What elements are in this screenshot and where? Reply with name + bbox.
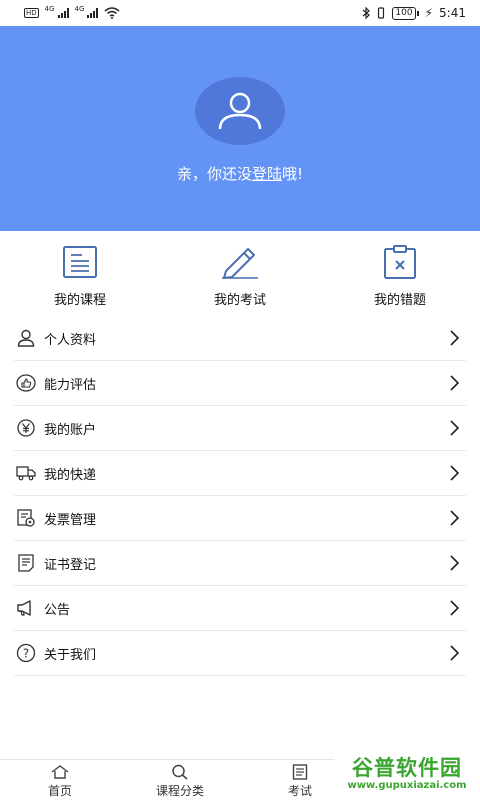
menu-label: 能力评估: [44, 377, 97, 393]
status-right: 100 ⚡ 5:41: [362, 6, 466, 20]
yen-icon: [17, 419, 35, 437]
chevron-right-icon: [450, 555, 459, 571]
chevron-right-icon: [450, 600, 459, 616]
network-type: 4G: [44, 5, 55, 13]
megaphone-icon: [17, 600, 31, 616]
chevron-right-icon: [450, 330, 459, 346]
watermark-url: www.gupuxiazai.com: [347, 780, 467, 791]
battery-icon: 100: [392, 6, 419, 20]
quick-label: 我的错题: [373, 293, 426, 308]
chevron-right-icon: [450, 420, 459, 436]
menu-label: 我的账户: [44, 422, 97, 438]
certificate-icon: [18, 554, 34, 572]
chevron-right-icon: [450, 510, 459, 526]
network-type-2: 4G: [74, 5, 85, 13]
menu-item-invoice[interactable]: 发票管理: [14, 496, 466, 541]
quick-my-courses[interactable]: 我的课程: [0, 231, 160, 316]
watermark: 谷普软件园 www.gupuxiazai.com: [334, 748, 480, 800]
invoice-icon: [17, 509, 35, 527]
chevron-right-icon: [450, 645, 459, 661]
signal-icon: [57, 8, 69, 18]
login-link[interactable]: 登陆: [252, 165, 282, 183]
menu-item-certificate[interactable]: 证书登记: [14, 541, 466, 586]
menu-label: 我的快递: [44, 467, 97, 483]
clipboard-x-icon: [384, 245, 416, 279]
quick-my-exams[interactable]: 我的考试: [160, 231, 320, 316]
watermark-name: 谷普软件园: [352, 756, 462, 780]
chevron-right-icon: [450, 375, 459, 391]
menu-label: 证书登记: [44, 557, 97, 573]
clock: 5:41: [439, 6, 466, 20]
login-prompt-suffix: 哦!: [282, 165, 304, 183]
wifi-icon: [104, 7, 120, 19]
question-icon: ?: [16, 643, 36, 663]
battery-level: 100: [392, 6, 416, 20]
thumbs-up-icon: [16, 374, 36, 392]
document-icon: [63, 246, 97, 278]
hd-badge: HD: [24, 8, 39, 18]
exam-icon: [292, 764, 308, 780]
charging-icon: ⚡: [424, 6, 434, 20]
tab-label: 课程分类: [155, 784, 204, 798]
menu-label: 关于我们: [44, 647, 97, 663]
settings-menu: 个人资料 能力评估 我的账户 我的快递 发票管理 证书登记 公告 ? 关于我们: [14, 316, 466, 676]
tab-label: 考试: [287, 784, 312, 798]
bluetooth-icon: [363, 7, 371, 19]
chevron-right-icon: [450, 465, 459, 481]
home-icon: [51, 765, 69, 779]
search-icon: [172, 764, 188, 780]
avatar[interactable]: [195, 77, 285, 145]
menu-item-about[interactable]: ? 关于我们: [14, 631, 466, 676]
truck-icon: [16, 466, 36, 481]
menu-label: 发票管理: [44, 512, 97, 528]
tab-label: 首页: [47, 784, 72, 798]
login-prompt-prefix: 亲，你还没: [176, 165, 252, 183]
menu-item-delivery[interactable]: 我的快递: [14, 451, 466, 496]
signal-icon-2: [87, 8, 99, 18]
vibrate-icon: [378, 7, 385, 19]
menu-item-assessment[interactable]: 能力评估: [14, 361, 466, 406]
menu-label: 个人资料: [44, 332, 97, 348]
status-bar: HD 4G 4G 100 ⚡ 5:41: [0, 0, 480, 26]
login-prompt: 亲，你还没登陆哦!: [0, 163, 480, 184]
quick-label: 我的考试: [213, 293, 266, 308]
menu-label: 公告: [44, 602, 71, 618]
quick-actions: 我的课程 我的考试 我的错题: [0, 231, 480, 316]
svg-text:?: ?: [23, 647, 29, 661]
profile-header: 亲，你还没登陆哦!: [0, 26, 480, 231]
user-icon: [218, 92, 262, 130]
person-icon: [17, 329, 35, 347]
status-left: HD 4G 4G: [24, 5, 120, 19]
menu-item-profile[interactable]: 个人资料: [14, 316, 466, 361]
quick-my-mistakes[interactable]: 我的错题: [320, 231, 480, 316]
pencil-icon: [222, 248, 258, 279]
menu-item-announcement[interactable]: 公告: [14, 586, 466, 631]
menu-item-account[interactable]: 我的账户: [14, 406, 466, 451]
tab-home[interactable]: 首页: [0, 760, 120, 801]
quick-label: 我的课程: [53, 293, 106, 308]
tab-course-categories[interactable]: 课程分类: [120, 760, 240, 801]
